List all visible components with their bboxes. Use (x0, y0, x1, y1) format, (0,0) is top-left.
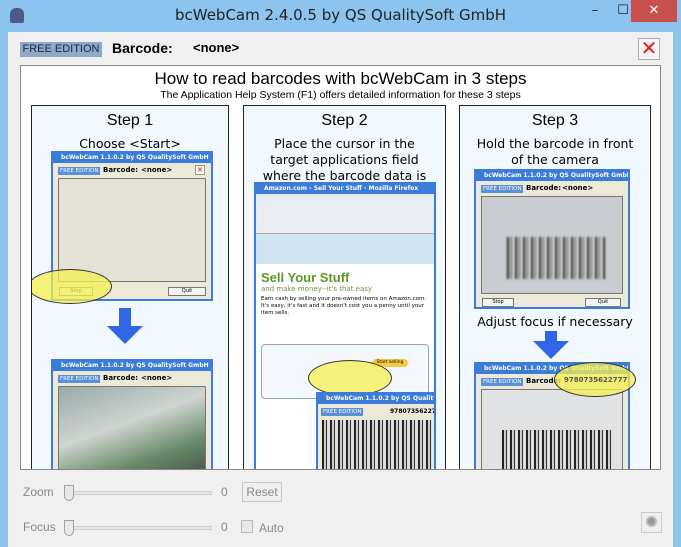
mini-barcode-value: <none> (562, 184, 594, 192)
arrow-down-head (107, 326, 143, 344)
mini-barcode-value: <none> (141, 166, 173, 174)
browser-screenshot: Amazon.com - Sell Your Stuff - Mozilla F… (254, 182, 436, 469)
mini-window-running: bcWebCam 1.1.0.2 by QS QualitySoft GmbH … (51, 359, 213, 469)
barcode-image (507, 237, 607, 279)
mini-barcode-label: Barcode: (103, 166, 139, 174)
mini-clear-icon: × (195, 165, 205, 175)
highlight-ellipse (32, 269, 112, 304)
step-desc-2: Adjust focus if necessary (477, 314, 633, 329)
reset-button[interactable]: Reset (242, 482, 282, 502)
step-3: Step 3 Hold the barcode in front of the … (459, 105, 651, 469)
barcode-label: Barcode: (112, 40, 173, 56)
barcode-image (322, 420, 432, 469)
clear-barcode-button[interactable]: ✕ (638, 38, 660, 60)
mini-barcode-label: Barcode: (526, 184, 562, 192)
mini-title: bcWebCam 1.1.0.2 by QS QualitySoft GmbH (53, 153, 211, 163)
step-desc: Choose <Start> (79, 136, 181, 151)
highlight-ellipse (308, 360, 392, 396)
scanned-barcode-value: 9780735622777 (564, 376, 628, 384)
mini-video-area (481, 389, 623, 469)
mini-title: bcWebCam 1.1.0.2 by QS QualitySoft GmbH (53, 361, 211, 371)
arrow-down-icon (545, 331, 557, 341)
mini-edition: FREE EDITION (58, 375, 101, 383)
help-title: How to read barcodes with bcWebCam in 3 … (154, 69, 527, 88)
zoom-slider-thumb[interactable] (64, 485, 74, 501)
step-title: Step 3 (531, 112, 579, 129)
barcode-image (502, 430, 612, 469)
focus-slider[interactable] (67, 526, 212, 530)
help-panel: How to read barcodes with bcWebCam in 3 … (20, 65, 661, 470)
mini-edition: FREE EDITION (481, 185, 524, 193)
focus-slider-thumb[interactable] (64, 520, 74, 536)
browser-heading: Sell Your Stuff (261, 270, 350, 285)
camera-button[interactable] (641, 512, 662, 533)
mini-edition: FREE EDITION (321, 408, 364, 416)
close-button[interactable]: ✕ (631, 0, 677, 22)
browser-tagline: and make money--it's that easy (261, 285, 373, 293)
step-desc: Hold the barcode in front of the camera (476, 136, 634, 167)
auto-label: Auto (259, 521, 284, 535)
mini-stop-button: Stop (482, 298, 514, 307)
mini-quit-button: Quit (168, 287, 206, 296)
mini-barcode-value: <none> (141, 374, 173, 382)
mini-video-area (58, 386, 206, 469)
title-bar: bcWebCam 2.4.0.5 by QS QualitySoft GmbH … (0, 0, 681, 32)
barcode-value: <none> (193, 40, 240, 55)
step-title: Step 2 (321, 112, 368, 129)
zoom-value: 0 (221, 485, 228, 499)
zoom-slider[interactable] (67, 491, 212, 495)
mini-window-blurry: bcWebCam 1.1.0.2 by QS QualitySoft GmbH … (474, 169, 630, 309)
mini-title: bcWebCam 1.1.0.2 by QS QualitySoft GmbH (476, 171, 628, 181)
focus-label: Focus (23, 520, 56, 534)
arrow-down-icon (119, 308, 131, 326)
mini-title: bcWebCam 1.1.0.2 by QS QualitySoft GmbH (318, 394, 434, 404)
mini-barcode-label: Barcode: (103, 374, 139, 382)
help-subtitle: The Application Help System (F1) offers … (160, 89, 521, 101)
mini-edition: FREE EDITION (58, 167, 101, 175)
mini-window-overlay: bcWebCam 1.1.0.2 by QS QualitySoft GmbH … (316, 392, 436, 469)
zoom-label: Zoom (23, 485, 54, 499)
step-1: Step 1 Choose <Start> bcWebCam 1.1.0.2 b… (31, 105, 229, 469)
step-title: Step 1 (106, 112, 154, 129)
browser-toolbar (256, 194, 434, 234)
webcam-icon (646, 516, 657, 527)
arrow-down-head (533, 341, 569, 359)
auto-focus-checkbox[interactable] (241, 520, 253, 533)
mini-barcode-value: 9780735622777 (390, 408, 436, 415)
edition-badge: FREE EDITION (20, 42, 102, 57)
mini-quit-button: Quit (585, 298, 621, 307)
browser-body: Earn cash by selling your pre-owned item… (261, 296, 427, 316)
step-2: Step 2 Place the cursor in the target ap… (243, 105, 446, 469)
mini-video-area (481, 196, 623, 294)
amazon-nav (256, 234, 434, 264)
browser-title: Amazon.com - Sell Your Stuff - Mozilla F… (256, 184, 434, 194)
mini-video-area (58, 178, 206, 282)
mini-edition: FREE EDITION (481, 378, 524, 386)
focus-value: 0 (221, 520, 228, 534)
